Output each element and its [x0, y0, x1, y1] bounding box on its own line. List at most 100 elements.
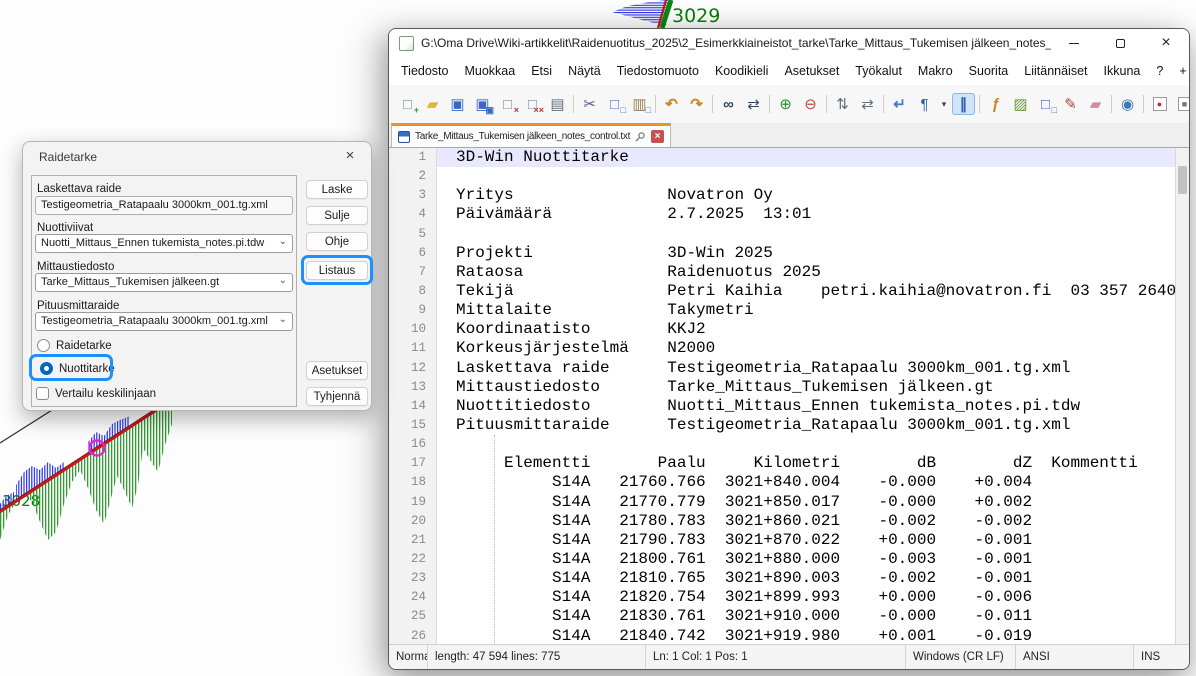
editor-line[interactable]: 16 — [389, 435, 1175, 454]
tab-close-icon[interactable]: × — [651, 130, 664, 143]
toolbar-button[interactable] — [766, 93, 773, 115]
toolbar-button[interactable]: ⊕ — [774, 93, 797, 115]
menu-item[interactable]: Etsi — [523, 61, 560, 81]
editor-line[interactable]: 1 3D-Win Nuottitarke — [389, 148, 1175, 167]
tyhjenna-button[interactable]: Tyhjennä — [306, 387, 368, 406]
toolbar-button[interactable]: □ + — [396, 93, 419, 115]
editor-line[interactable]: 9 Mittalaite Takymetri — [389, 301, 1175, 320]
toolbar-button[interactable]: ⇄ — [742, 93, 765, 115]
editor-line[interactable]: 7 Rataosa Raidenuotus 2025 — [389, 263, 1175, 282]
editor-line[interactable]: 21 S14A 21790.783 3021+870.022 +0.000 -0… — [389, 531, 1175, 550]
editor-line[interactable]: 4 Päivämäärä 2.7.2025 13:01 — [389, 205, 1175, 224]
toolbar-button[interactable] — [1140, 93, 1147, 115]
laske-button[interactable]: Laske — [306, 180, 368, 199]
ohje-button[interactable]: Ohje — [306, 232, 368, 251]
toolbar-button[interactable]: ⇄ — [856, 93, 879, 115]
toolbar-button[interactable]: □ ×× — [521, 93, 544, 115]
toolbar-button[interactable]: ✎ — [1059, 93, 1082, 115]
toolbar-button[interactable]: ▥ □ — [628, 93, 651, 115]
pin-icon[interactable] — [635, 131, 646, 142]
toolbar-button[interactable]: □ □ — [1034, 93, 1057, 115]
toolbar-button[interactable]: ↶ — [660, 93, 683, 115]
editor-line[interactable]: 23 S14A 21810.765 3021+890.003 -0.002 -0… — [389, 569, 1175, 588]
editor-line[interactable]: 22 S14A 21800.761 3021+880.000 -0.003 -0… — [389, 550, 1175, 569]
toolbar-button[interactable] — [570, 93, 577, 115]
editor-line[interactable]: 26 S14A 21840.742 3021+919.980 +0.001 -0… — [389, 627, 1175, 644]
editor-line[interactable]: 20 S14A 21780.783 3021+860.021 -0.002 -0… — [389, 512, 1175, 531]
toolbar-button[interactable]: ◉ — [1116, 93, 1139, 115]
editor-line[interactable]: 12 Laskettava raide Testigeometria_Ratap… — [389, 359, 1175, 378]
editor-line[interactable]: 8 Tekijä Petri Kaihia petri.kaihia@novat… — [389, 282, 1175, 301]
editor-line[interactable]: 2 — [389, 167, 1175, 186]
editor-line[interactable]: 24 S14A 21820.754 3021+899.993 +0.000 -0… — [389, 588, 1175, 607]
toolbar-button[interactable]: ⊖ — [799, 93, 822, 115]
menu-item[interactable]: Liitännäiset — [1016, 61, 1095, 81]
menu-item[interactable]: Koodikieli — [707, 61, 777, 81]
asetukset-button[interactable]: Asetukset — [306, 361, 368, 380]
toolbar-button[interactable] — [652, 93, 659, 115]
toolbar-button[interactable]: ✂ — [578, 93, 601, 115]
vertailu-checkbox[interactable]: Vertailu keskilinjaan — [36, 387, 156, 400]
laskettava-raide-field[interactable]: Testigeometria_Ratapaalu 3000km_001.tg.x… — [35, 196, 293, 215]
toolbar-button[interactable]: □ × — [496, 93, 519, 115]
toolbar-button[interactable]: ▣ ▣ — [471, 93, 494, 115]
menu-item[interactable]: Makro — [910, 61, 961, 81]
minimize-button[interactable] — [1051, 29, 1097, 57]
toolbar-button[interactable]: ¶ — [913, 93, 936, 115]
vertical-scrollbar[interactable] — [1175, 148, 1189, 644]
checkbox-unchecked-icon[interactable] — [36, 387, 49, 400]
editor-text-area[interactable]: 1 3D-Win Nuottitarke 2 3 Yritys Novatron… — [389, 147, 1189, 644]
toolbar-button[interactable]: ↷ — [685, 93, 708, 115]
toolbar-button[interactable] — [1108, 93, 1115, 115]
toolbar-button[interactable] — [976, 93, 983, 115]
menu-item[interactable]: Muokkaa — [456, 61, 523, 81]
document-lines[interactable]: 1 3D-Win Nuottitarke 2 3 Yritys Novatron… — [389, 148, 1175, 644]
mittaustiedosto-combo[interactable]: Tarke_Mittaus_Tukemisen jälkeen.gt ⌄ — [35, 273, 293, 292]
raidetarke-radio[interactable]: Raidetarke — [37, 339, 112, 352]
menu-item[interactable]: Ikkuna — [1096, 61, 1149, 81]
sulje-button[interactable]: Sulje — [306, 206, 368, 225]
toolbar-button[interactable]: ↵ — [888, 93, 911, 115]
toolbar-button[interactable]: ∥ — [952, 93, 975, 115]
menu-item[interactable]: Asetukset — [776, 61, 847, 81]
toolbar-button[interactable]: ■ — [1173, 93, 1190, 115]
editor-line[interactable]: 25 S14A 21830.761 3021+910.000 -0.000 -0… — [389, 607, 1175, 626]
editor-line[interactable]: 3 Yritys Novatron Oy — [389, 186, 1175, 205]
radio-unselected-icon[interactable] — [37, 339, 50, 352]
tab-active[interactable]: Tarke_Mittaus_Tukemisen jälkeen_notes_co… — [391, 123, 671, 147]
editor-line[interactable]: 15 Pituusmittaraide Testigeometria_Ratap… — [389, 416, 1175, 435]
editor-line[interactable]: 5 — [389, 225, 1175, 244]
toolbar-button[interactable]: ▣ — [446, 93, 469, 115]
editor-line[interactable]: 6 Projekti 3D-Win 2025 — [389, 244, 1175, 263]
toolbar-button[interactable]: □ □ — [603, 93, 626, 115]
toolbar-button[interactable]: ƒ — [984, 93, 1007, 115]
toolbar-button[interactable]: ▰ — [421, 93, 444, 115]
editor-line[interactable]: 11 Korkeusjärjestelmä N2000 — [389, 339, 1175, 358]
editor-line[interactable]: 19 S14A 21770.779 3021+850.017 -0.000 +0… — [389, 493, 1175, 512]
editor-line[interactable]: 13 Mittaustiedosto Tarke_Mittaus_Tukemis… — [389, 378, 1175, 397]
dialog-close-icon[interactable]: × — [341, 147, 359, 164]
toolbar-button[interactable]: ∞ — [717, 93, 740, 115]
scrollbar-thumb[interactable] — [1178, 166, 1187, 194]
toolbar-button[interactable] — [880, 93, 887, 115]
toolbar-button[interactable] — [709, 93, 716, 115]
menu-item[interactable]: ? — [1148, 61, 1171, 81]
toolbar-button[interactable]: ▾ — [938, 93, 950, 115]
close-button[interactable]: × — [1143, 29, 1189, 57]
menu-item[interactable]: Tiedosto — [393, 61, 456, 81]
toolbar-button[interactable]: ▤ — [546, 93, 569, 115]
maximize-button[interactable] — [1097, 29, 1143, 57]
toolbar-button[interactable] — [823, 93, 830, 115]
menu-item[interactable]: Näytä — [560, 61, 609, 81]
menu-item[interactable]: + — [1171, 61, 1190, 81]
menu-item[interactable]: Tiedostomuoto — [609, 61, 707, 81]
toolbar-button[interactable]: ⇅ — [831, 93, 854, 115]
menu-item[interactable]: Työkalut — [847, 61, 910, 81]
toolbar-button[interactable]: ● — [1148, 93, 1171, 115]
editor-line[interactable]: 14 Nuottitiedosto Nuotti_Mittaus_Ennen t… — [389, 397, 1175, 416]
toolbar-button[interactable]: ▨ — [1009, 93, 1032, 115]
pituusmittaraide-combo[interactable]: Testigeometria_Ratapaalu 3000km_001.tg.x… — [35, 312, 293, 331]
title-bar[interactable]: G:\Oma Drive\Wiki-artikkelit\Raidenuotit… — [389, 29, 1189, 57]
nuottiviivat-combo[interactable]: Nuotti_Mittaus_Ennen tukemista_notes.pi.… — [35, 234, 293, 253]
menu-item[interactable]: Suorita — [961, 61, 1017, 81]
